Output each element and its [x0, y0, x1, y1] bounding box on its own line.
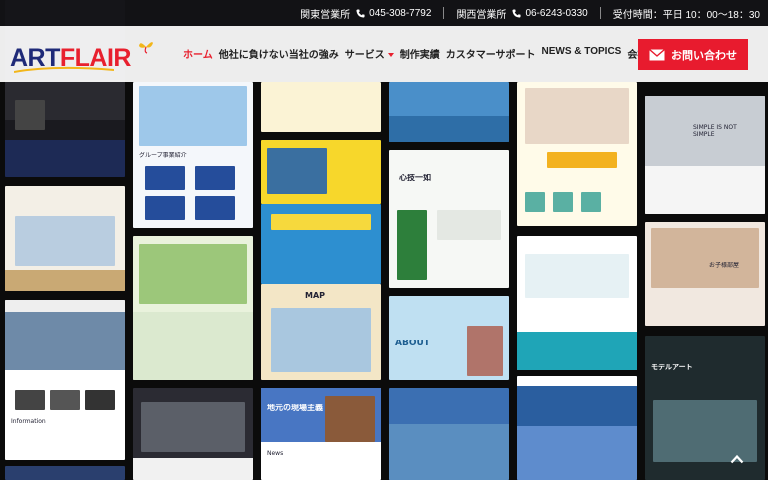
site-logo[interactable]: ARTFLAIR: [10, 38, 153, 73]
top-info-bar: 関東営業所 045-308-7792 関西営業所 06-6243-0330 受付…: [0, 0, 768, 26]
portfolio-tile[interactable]: ABOUT: [389, 296, 509, 380]
portfolio-tile[interactable]: グループ事業紹介: [133, 82, 253, 228]
kanto-phone-number: 045-308-7792: [369, 7, 432, 19]
portfolio-tile[interactable]: [5, 466, 125, 480]
contact-button[interactable]: お問い合わせ: [638, 39, 748, 70]
kansai-phone-link[interactable]: 06-6243-0330: [512, 7, 588, 19]
main-header: ARTFLAIR ホーム 他社に負けない当社の強み サービス 制作実績 カスタマ…: [0, 26, 768, 82]
portfolio-tile[interactable]: [389, 388, 509, 480]
portfolio-tile[interactable]: 心技一如: [389, 150, 509, 288]
kansai-phone-number: 06-6243-0330: [525, 7, 588, 19]
portfolio-tile[interactable]: [5, 186, 125, 291]
kansai-office-label: 関西営業所: [456, 9, 507, 21]
mail-icon: [649, 48, 665, 60]
logo-swoosh-icon: [14, 66, 114, 73]
nav-item-strengths[interactable]: 他社に負けない当社の強み: [219, 46, 339, 61]
butterfly-icon: [139, 42, 153, 54]
nav-item-news[interactable]: NEWS & TOPICS: [542, 46, 622, 61]
portfolio-tile[interactable]: [261, 204, 381, 284]
portfolio-tile[interactable]: [517, 82, 637, 226]
portfolio-tile[interactable]: [517, 376, 637, 480]
divider: [443, 7, 445, 19]
phone-icon: [356, 8, 365, 18]
portfolio-tile[interactable]: 地元の現場主義 News: [261, 388, 381, 480]
chevron-down-icon: [387, 53, 394, 58]
nav-item-services[interactable]: サービス: [345, 46, 394, 61]
portfolio-tile[interactable]: MAP: [261, 284, 381, 380]
portfolio-tile[interactable]: [133, 236, 253, 380]
portfolio-tile[interactable]: [261, 140, 381, 204]
main-nav: ホーム 他社に負けない当社の強み サービス 制作実績 カスタマーサポート NEW…: [183, 46, 667, 61]
scroll-top-button[interactable]: [724, 446, 750, 472]
chevron-up-icon: [730, 454, 744, 464]
portfolio-tile[interactable]: [133, 388, 253, 480]
portfolio-tile[interactable]: [517, 236, 637, 370]
portfolio-tile[interactable]: SIMPLE IS NOT SIMPLE: [645, 96, 765, 214]
portfolio-tile[interactable]: Pick Up! Information: [5, 300, 125, 460]
contact-button-label: お問い合わせ: [671, 49, 737, 62]
portfolio-tile[interactable]: [261, 82, 381, 132]
nav-item-works[interactable]: 制作実績: [400, 46, 440, 61]
kanto-office-label: 関東営業所: [300, 9, 351, 21]
nav-item-home[interactable]: ホーム: [183, 46, 213, 61]
kanto-phone-link[interactable]: 045-308-7792: [356, 8, 431, 19]
phone-icon: [512, 8, 521, 18]
divider: [599, 7, 601, 19]
nav-item-support[interactable]: カスタマーサポート: [446, 46, 536, 61]
portfolio-page: Pick Up! Information グループ事業紹介 MAP 地元の現場主…: [0, 0, 768, 480]
business-hours: 受付時間：平日 10：00〜18：30: [612, 9, 760, 21]
portfolio-tile[interactable]: [389, 82, 509, 142]
portfolio-tile[interactable]: お子様部屋: [645, 222, 765, 326]
